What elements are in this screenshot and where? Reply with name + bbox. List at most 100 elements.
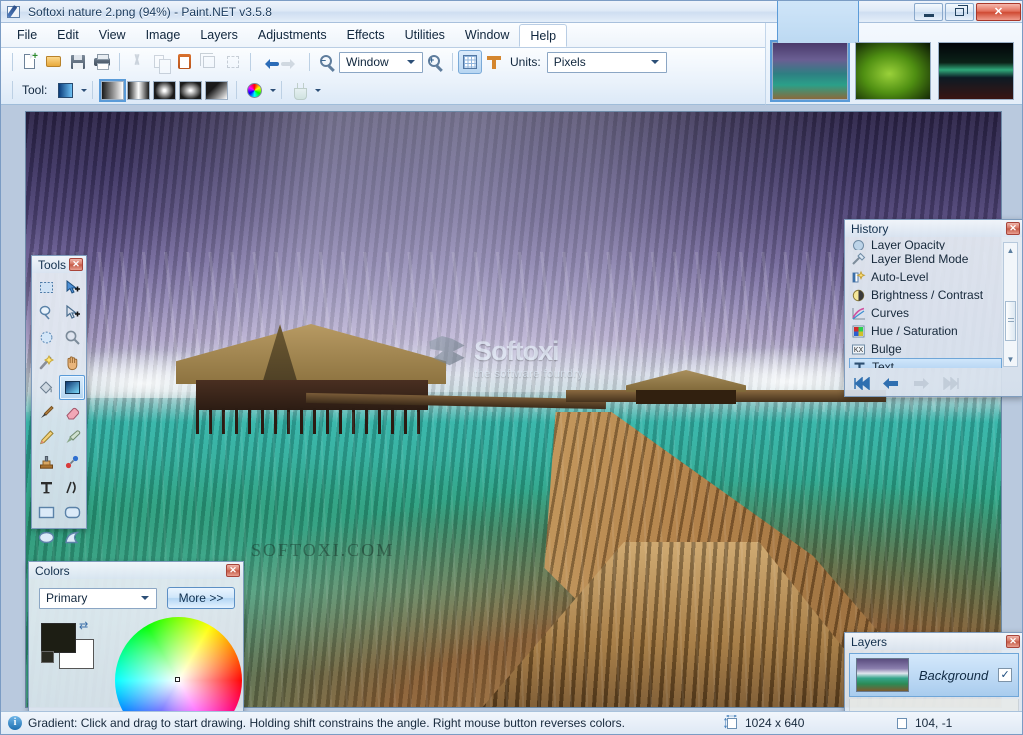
tool-line-curve[interactable] bbox=[59, 475, 85, 500]
tool-pan[interactable] bbox=[59, 350, 85, 375]
maximize-button[interactable] bbox=[945, 3, 974, 21]
history-item-bulge[interactable]: KX Bulge bbox=[849, 340, 1002, 358]
scroll-down-arrow-icon[interactable]: ▼ bbox=[1004, 352, 1017, 366]
tool-text[interactable] bbox=[33, 475, 59, 500]
more-colors-button[interactable]: More >> bbox=[167, 587, 235, 609]
close-icon[interactable]: ✕ bbox=[1006, 222, 1020, 235]
tool-freeform-shape[interactable] bbox=[59, 525, 85, 550]
tool-pencil[interactable] bbox=[33, 425, 59, 450]
active-tool-button[interactable] bbox=[53, 78, 77, 102]
chevron-down-icon[interactable] bbox=[315, 88, 322, 95]
tool-move-selected-pixels[interactable] bbox=[59, 275, 85, 300]
menu-file[interactable]: File bbox=[7, 23, 47, 47]
history-item-layer-blend-mode[interactable]: Layer Blend Mode bbox=[849, 250, 1002, 268]
thumbnail-leaf[interactable] bbox=[855, 42, 931, 100]
undo-button[interactable] bbox=[881, 374, 901, 392]
tool-paint-bucket[interactable] bbox=[33, 375, 59, 400]
tool-rectangle-shape[interactable] bbox=[33, 500, 59, 525]
history-scrollbar[interactable]: ▲ ▼ bbox=[1003, 242, 1018, 367]
menu-effects[interactable]: Effects bbox=[337, 23, 395, 47]
crop-to-selection-button[interactable] bbox=[197, 50, 221, 74]
tool-ellipse-shape[interactable] bbox=[33, 525, 59, 550]
tool-rounded-rectangle[interactable] bbox=[59, 500, 85, 525]
swap-colors-icon[interactable]: ⇄ bbox=[79, 619, 91, 632]
thumbnail-aurora[interactable] bbox=[938, 42, 1014, 100]
history-item-auto-level[interactable]: Auto-Level bbox=[849, 268, 1002, 286]
cut-button[interactable] bbox=[125, 50, 149, 74]
color-mode-button[interactable] bbox=[242, 78, 266, 102]
redo-button[interactable] bbox=[280, 50, 304, 74]
scrollbar-thumb[interactable] bbox=[1005, 301, 1016, 341]
tool-paintbrush[interactable] bbox=[33, 400, 59, 425]
show-grid-button[interactable] bbox=[458, 50, 482, 74]
blending-mode-button[interactable] bbox=[287, 78, 311, 102]
tool-lasso-select[interactable] bbox=[33, 300, 59, 325]
tool-eraser[interactable] bbox=[59, 400, 85, 425]
menu-view[interactable]: View bbox=[89, 23, 136, 47]
redo-button[interactable] bbox=[911, 374, 931, 392]
menu-edit[interactable]: Edit bbox=[47, 23, 89, 47]
tool-color-picker[interactable] bbox=[59, 425, 85, 450]
copy-button[interactable] bbox=[149, 50, 173, 74]
zoom-out-button[interactable]: – bbox=[315, 50, 339, 74]
primary-color-swatch[interactable] bbox=[41, 623, 76, 653]
close-icon[interactable]: ✕ bbox=[226, 564, 240, 577]
history-item-curves[interactable]: Curves bbox=[849, 304, 1002, 322]
paste-button[interactable] bbox=[173, 50, 197, 74]
zoom-level-combobox[interactable]: Window bbox=[339, 51, 423, 73]
history-item-brightness-contrast[interactable]: Brightness / Contrast bbox=[849, 286, 1002, 304]
layers-palette-titlebar[interactable]: Layers ✕ bbox=[845, 633, 1022, 650]
history-item-hue-saturation[interactable]: Hue / Saturation bbox=[849, 322, 1002, 340]
tool-recolor[interactable] bbox=[59, 450, 85, 475]
close-button[interactable]: ✕ bbox=[976, 3, 1021, 21]
menu-utilities[interactable]: Utilities bbox=[395, 23, 455, 47]
show-rulers-button[interactable] bbox=[482, 50, 506, 74]
history-palette-titlebar[interactable]: History ✕ bbox=[845, 220, 1022, 237]
canvas-area[interactable]: Softoxi the software foundry SOFTOXI.COM… bbox=[1, 105, 1022, 713]
minimize-button[interactable] bbox=[914, 3, 943, 21]
gradient-conical-button[interactable] bbox=[205, 80, 229, 100]
menu-help[interactable]: Help bbox=[519, 24, 568, 47]
history-item-layer-opacity[interactable]: Layer Opacity bbox=[849, 240, 1002, 250]
rewind-to-start-button[interactable] bbox=[851, 374, 871, 392]
color-wheel-cursor[interactable] bbox=[175, 677, 180, 682]
tool-clone-stamp[interactable] bbox=[33, 450, 59, 475]
reset-colors-icon[interactable] bbox=[41, 651, 54, 663]
gradient-radial-button[interactable] bbox=[153, 80, 177, 100]
fast-forward-to-end-button[interactable] bbox=[941, 374, 961, 392]
tool-gradient[interactable] bbox=[59, 375, 85, 400]
zoom-in-button[interactable]: + bbox=[423, 50, 447, 74]
undo-button[interactable] bbox=[256, 50, 280, 74]
close-icon[interactable]: ✕ bbox=[1006, 635, 1020, 648]
scroll-up-arrow-icon[interactable]: ▲ bbox=[1004, 243, 1017, 257]
menu-window[interactable]: Window bbox=[455, 23, 519, 47]
history-list[interactable]: Layer Opacity Layer Blend Mode Auto-Leve… bbox=[849, 240, 1002, 368]
tools-palette-titlebar[interactable]: Tools ✕ bbox=[32, 256, 86, 273]
layer-list-item-background[interactable]: Background ✓ bbox=[849, 653, 1019, 697]
history-item-text[interactable]: Text bbox=[849, 358, 1002, 368]
tool-rectangle-select[interactable] bbox=[33, 275, 59, 300]
save-button[interactable] bbox=[66, 50, 90, 74]
menu-adjustments[interactable]: Adjustments bbox=[248, 23, 337, 47]
tool-magic-wand[interactable] bbox=[33, 350, 59, 375]
chevron-down-icon[interactable] bbox=[81, 88, 88, 95]
tool-move-selection[interactable] bbox=[59, 300, 85, 325]
colors-palette-titlebar[interactable]: Colors ✕ bbox=[29, 562, 243, 579]
layer-visibility-checkbox[interactable]: ✓ bbox=[998, 668, 1012, 682]
thumbnail-nature-2[interactable] bbox=[770, 1, 859, 102]
close-icon[interactable]: ✕ bbox=[69, 258, 83, 271]
units-combobox[interactable]: Pixels bbox=[546, 51, 667, 73]
deselect-all-button[interactable] bbox=[221, 50, 245, 74]
gradient-linear-button[interactable] bbox=[99, 78, 127, 102]
menu-layers[interactable]: Layers bbox=[190, 23, 248, 47]
print-button[interactable] bbox=[90, 50, 114, 74]
color-target-combobox[interactable]: Primary bbox=[39, 587, 157, 609]
tool-ellipse-select[interactable] bbox=[33, 325, 59, 350]
gradient-diamond-button[interactable] bbox=[179, 80, 203, 100]
open-image-button[interactable] bbox=[42, 50, 66, 74]
menu-image[interactable]: Image bbox=[136, 23, 191, 47]
color-wheel[interactable] bbox=[115, 617, 242, 713]
tool-zoom[interactable] bbox=[59, 325, 85, 350]
new-image-button[interactable]: + bbox=[18, 50, 42, 74]
gradient-linear-reflected-button[interactable] bbox=[127, 80, 151, 100]
